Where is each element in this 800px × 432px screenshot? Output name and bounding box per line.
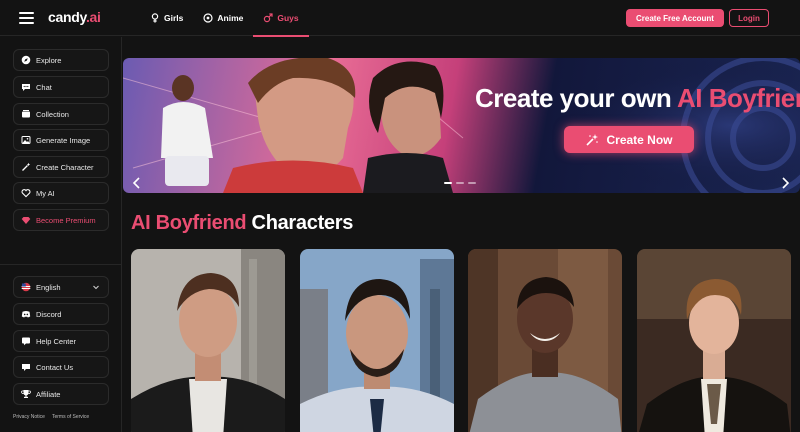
nav-guys[interactable]: Guys: [253, 0, 309, 37]
sidebar-item-discord[interactable]: Discord: [13, 303, 109, 325]
help-icon: [21, 336, 31, 346]
nav-anime[interactable]: Anime: [193, 0, 253, 36]
female-icon: [151, 13, 159, 23]
sparkle-wand-icon: [586, 133, 599, 146]
logo-tld: .ai: [85, 9, 101, 25]
section-title-main: Characters: [246, 212, 354, 234]
character-card[interactable]: [131, 249, 285, 432]
carousel-next-button[interactable]: [778, 176, 792, 190]
section-title-accent: AI Boyfriend: [131, 212, 247, 234]
compass-icon: [21, 55, 31, 65]
nav-label: Girls: [164, 13, 184, 23]
chevron-down-icon: [93, 285, 99, 290]
menu-icon[interactable]: [19, 12, 34, 24]
character-portrait: [468, 249, 622, 432]
sidebar-item-label: Affiliate: [36, 389, 61, 399]
top-bar: candy.ai Girls Anime Guys Create Free Ac…: [0, 0, 800, 37]
sidebar-divider: [0, 264, 122, 265]
create-now-button[interactable]: Create Now: [564, 126, 694, 153]
nav-label: Anime: [217, 13, 244, 23]
wand-icon: [21, 162, 31, 172]
flag-icon: [21, 282, 31, 292]
discord-icon: [21, 309, 31, 319]
character-card[interactable]: [637, 249, 791, 432]
sidebar-item-label: Collection: [36, 109, 69, 119]
banner-title: Create your own AI Boyfriend: [475, 83, 800, 114]
carousel-dot[interactable]: [468, 182, 476, 184]
create-free-account-button[interactable]: Create Free Account: [626, 9, 724, 27]
image-icon: [21, 135, 31, 145]
heart-icon: [21, 188, 31, 198]
male-icon: [264, 13, 273, 23]
character-portrait: [131, 249, 285, 432]
sidebar-item-contact-us[interactable]: Contact Us: [13, 356, 109, 378]
sidebar-item-label: Contact Us: [36, 362, 74, 372]
terms-of-service-link[interactable]: Terms of Service: [52, 414, 89, 420]
nav-label: Guys: [277, 13, 299, 23]
logo[interactable]: candy.ai: [48, 9, 101, 25]
collection-icon: [21, 109, 31, 119]
language-label: English: [36, 282, 61, 292]
hero-banner[interactable]: [123, 58, 800, 193]
sidebar-item-explore[interactable]: Explore: [13, 49, 109, 71]
banner-illustration: [123, 58, 800, 193]
privacy-notice-link[interactable]: Privacy Notice: [13, 414, 45, 420]
language-select[interactable]: English: [13, 276, 109, 298]
section-title: AI Boyfriend Characters: [131, 212, 353, 235]
carousel-dot[interactable]: [444, 182, 452, 184]
sidebar-item-become-premium[interactable]: Become Premium: [13, 209, 109, 231]
diamond-icon: [21, 215, 31, 225]
sidebar-item-label: Discord: [36, 309, 62, 319]
create-now-label: Create Now: [606, 132, 673, 147]
carousel-prev-button[interactable]: [130, 176, 144, 190]
sidebar-item-label: My AI: [36, 188, 55, 198]
sidebar-item-label: Generate Image: [36, 135, 91, 145]
footer-links: Privacy Notice Terms of Service: [13, 414, 89, 420]
trophy-icon: [21, 389, 31, 399]
sidebar-item-collection[interactable]: Collection: [13, 103, 109, 125]
sidebar-item-label: Create Character: [36, 162, 94, 172]
sidebar-item-generate-image[interactable]: Generate Image: [13, 129, 109, 151]
sidebar-item-create-character[interactable]: Create Character: [13, 156, 109, 178]
sidebar-item-label: Help Center: [36, 336, 77, 346]
login-button[interactable]: Login: [729, 9, 769, 27]
mail-icon: [21, 362, 31, 372]
sidebar-item-label: Explore: [36, 55, 62, 65]
character-card[interactable]: [468, 249, 622, 432]
sidebar-item-label: Become Premium: [36, 215, 96, 225]
character-portrait: [300, 249, 454, 432]
chat-icon: [21, 82, 31, 92]
anime-icon: [203, 13, 213, 23]
logo-main: candy: [48, 9, 86, 25]
top-nav: Girls Anime Guys: [140, 0, 309, 37]
sidebar-item-label: Chat: [36, 82, 52, 92]
carousel-dot[interactable]: [456, 182, 464, 184]
sidebar-item-chat[interactable]: Chat: [13, 76, 109, 98]
character-card[interactable]: [300, 249, 454, 432]
carousel-indicators: [444, 182, 476, 184]
sidebar: Explore Chat Collection Generate Image C…: [0, 37, 122, 432]
sidebar-item-help-center[interactable]: Help Center: [13, 330, 109, 352]
banner-title-main: Create your own: [475, 83, 677, 113]
sidebar-item-my-ai[interactable]: My AI: [13, 182, 109, 204]
nav-girls[interactable]: Girls: [140, 0, 193, 36]
sidebar-item-affiliate[interactable]: Affiliate: [13, 383, 109, 405]
banner-title-accent: AI Boyfriend: [676, 83, 800, 113]
character-portrait: [637, 249, 791, 432]
